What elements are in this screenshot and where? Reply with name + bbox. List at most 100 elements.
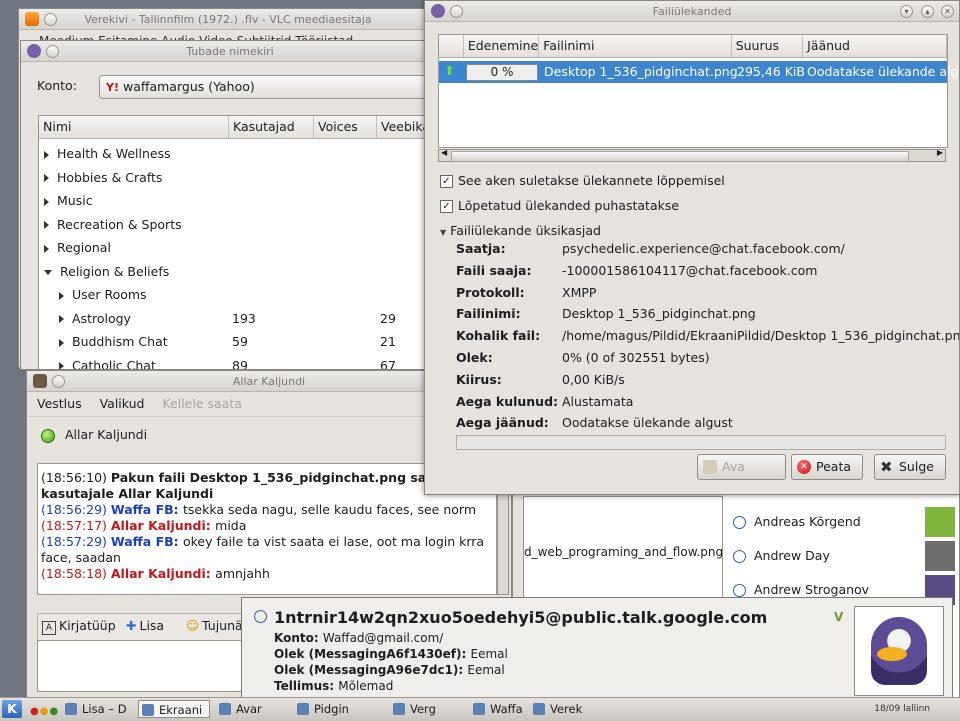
expander-closed-icon[interactable]	[59, 362, 64, 369]
menu-button[interactable]	[52, 374, 65, 388]
room-row[interactable]: Hobbies & Crafts	[39, 166, 439, 189]
roomlist-titlebar[interactable]: Tubade nimekiri	[21, 41, 439, 62]
room-name: User Rooms	[72, 287, 147, 302]
vlc-titlebar[interactable]: Verekivi - Tallinnfilm (1972.) .flv - VL…	[19, 9, 437, 30]
detail-value: Desktop 1_536_pidginchat.png	[562, 306, 756, 322]
detail-label: Faili saaja:	[456, 262, 532, 278]
task-app-icon	[473, 703, 485, 715]
expander-closed-icon[interactable]	[44, 197, 49, 206]
font-label: Kirjatüüp	[59, 618, 116, 633]
file-name: d_web_programing_and_flow.png	[524, 545, 724, 559]
chat-message: (18:57:17) Allar Kaljundi: mida	[38, 518, 496, 534]
pidgin-icon	[27, 44, 41, 58]
roomlist-window: Tubade nimekiri Konto: Y! waffamargus (Y…	[20, 40, 440, 370]
buddy-avatar	[854, 606, 944, 696]
col-name[interactable]: Nimi	[39, 116, 229, 138]
font-icon: A	[42, 621, 56, 635]
contact-row[interactable]: Andreas Kõrgend	[733, 507, 955, 537]
clock[interactable]: 18/09 lallinn	[874, 704, 930, 714]
expander-closed-icon[interactable]	[59, 315, 64, 323]
room-row[interactable]: Regional	[39, 236, 439, 259]
detail-value: 0,00 KiB/s	[562, 371, 625, 387]
message-text: tsekka seda nagu, selle kaudu faces, see…	[182, 502, 476, 517]
room-name: Music	[57, 193, 93, 208]
detail-label: Kiirus:	[456, 371, 502, 387]
room-users: 89	[232, 357, 248, 370]
room-voices: 21	[380, 334, 396, 349]
tooltip-line: Olek (MessagingA6f1430ef): Eemal	[274, 646, 508, 662]
detail-label: Aega kulunud:	[456, 393, 559, 409]
expander-closed-icon[interactable]	[44, 221, 49, 229]
contact-name: Andrew Stroganov	[754, 582, 870, 597]
menu-vestlus[interactable]: Vestlus	[37, 396, 82, 411]
room-row[interactable]: Astrology 193 29	[39, 307, 439, 330]
close-label: Sulge	[899, 459, 934, 474]
stop-button[interactable]: ✕ Peata	[791, 454, 863, 480]
tooltip-value: Waffad@gmail.com/	[322, 631, 444, 645]
col-users[interactable]: Kasutajad	[229, 116, 314, 138]
tooltip-value: Eemal	[470, 647, 508, 661]
away-clock-icon	[733, 550, 746, 563]
room-name-cell: User Rooms	[59, 283, 147, 306]
account-combo[interactable]: Y! waffamargus (Yahoo)	[99, 75, 439, 99]
col-voices[interactable]: Voices	[314, 116, 377, 138]
task-app-icon	[393, 703, 405, 715]
menu-button[interactable]	[46, 44, 59, 58]
chat-message: (18:57:29) Waffa FB: okey faile ta vist …	[38, 534, 496, 566]
room-name-cell: Music	[44, 189, 93, 212]
task-button[interactable]: Ekraani	[138, 700, 210, 718]
task-button[interactable]: Verek	[530, 700, 598, 718]
smiley-icon: ☺	[186, 618, 200, 633]
transfers-window: Failiülekanded ▾ ▴ ✕ Edenemine Failinimi…	[424, 0, 960, 495]
gtalk-icon: V	[834, 610, 844, 624]
expander-closed-icon[interactable]	[44, 174, 49, 182]
close-x-icon: ✖	[880, 458, 893, 476]
expander-closed-icon[interactable]	[44, 150, 49, 159]
message-time: (18:56:29)	[41, 502, 111, 517]
close-dialog-button[interactable]: ✖ Sulge	[874, 454, 946, 480]
expander-closed-icon[interactable]	[44, 244, 49, 253]
task-label: Verek	[550, 702, 583, 716]
room-row[interactable]: Catholic Chat 89 67	[39, 354, 439, 370]
chat-app-icon	[33, 374, 47, 388]
room-list[interactable]: Nimi Kasutajad Voices Veebika Health & W…	[38, 115, 439, 370]
message-time: (18:56:10)	[41, 470, 111, 485]
message-text: mida	[215, 518, 247, 533]
task-app-icon	[65, 703, 77, 715]
room-row[interactable]: Religion & Beliefs	[39, 260, 439, 283]
task-label: Avar	[236, 702, 262, 716]
room-voices: 67	[380, 357, 396, 370]
expander-closed-icon[interactable]	[59, 338, 64, 347]
font-button[interactable]: A Kirjatüüp	[42, 618, 116, 635]
task-button[interactable]: Pidgin	[294, 700, 404, 718]
tooltip-key: Olek (MessagingA96e7dc1):	[274, 663, 468, 677]
expander-open-icon[interactable]	[44, 269, 52, 275]
contact-name: Andrew Day	[754, 548, 830, 563]
room-row[interactable]: User Rooms	[39, 283, 439, 306]
kde-menu-button[interactable]: K	[2, 700, 22, 718]
expander-closed-icon[interactable]	[59, 291, 64, 300]
insert-button[interactable]: ✚ Lisa	[126, 618, 164, 633]
room-row[interactable]: Health & Wellness	[39, 142, 439, 165]
room-users: 59	[232, 334, 248, 349]
stop-label: Peata	[816, 459, 852, 474]
stop-icon: ✕	[797, 460, 811, 474]
chat-message: (18:56:29) Waffa FB: tsekka seda nagu, s…	[38, 502, 496, 518]
contact-row[interactable]: Andrew Day	[733, 541, 955, 571]
task-label: Pidgin	[314, 702, 349, 716]
tray-dots-icon: ●●●	[30, 706, 60, 717]
contact-name: Andreas Kõrgend	[754, 514, 861, 529]
detail-value: 0% (0 of 302551 bytes)	[562, 350, 710, 365]
room-row[interactable]: Music	[39, 189, 439, 212]
menu-kellele-saata[interactable]: Kellele saata	[162, 396, 241, 411]
message-time: (18:57:17)	[41, 518, 111, 533]
room-row[interactable]: Buddhism Chat 59 21	[39, 330, 439, 353]
task-app-icon	[533, 703, 545, 715]
buddy-name: Allar Kaljundi	[64, 427, 148, 442]
tooltip-line: Tellimus: Mõlemad	[274, 678, 508, 694]
menu-valikud[interactable]: Valikud	[100, 396, 145, 411]
room-name-cell: Regional	[44, 236, 111, 259]
detail-value: /home/magus/Pildid/EkraaniPildid/Desktop…	[562, 328, 960, 344]
room-row[interactable]: Recreation & Sports	[39, 213, 439, 236]
menu-button[interactable]	[44, 12, 57, 26]
